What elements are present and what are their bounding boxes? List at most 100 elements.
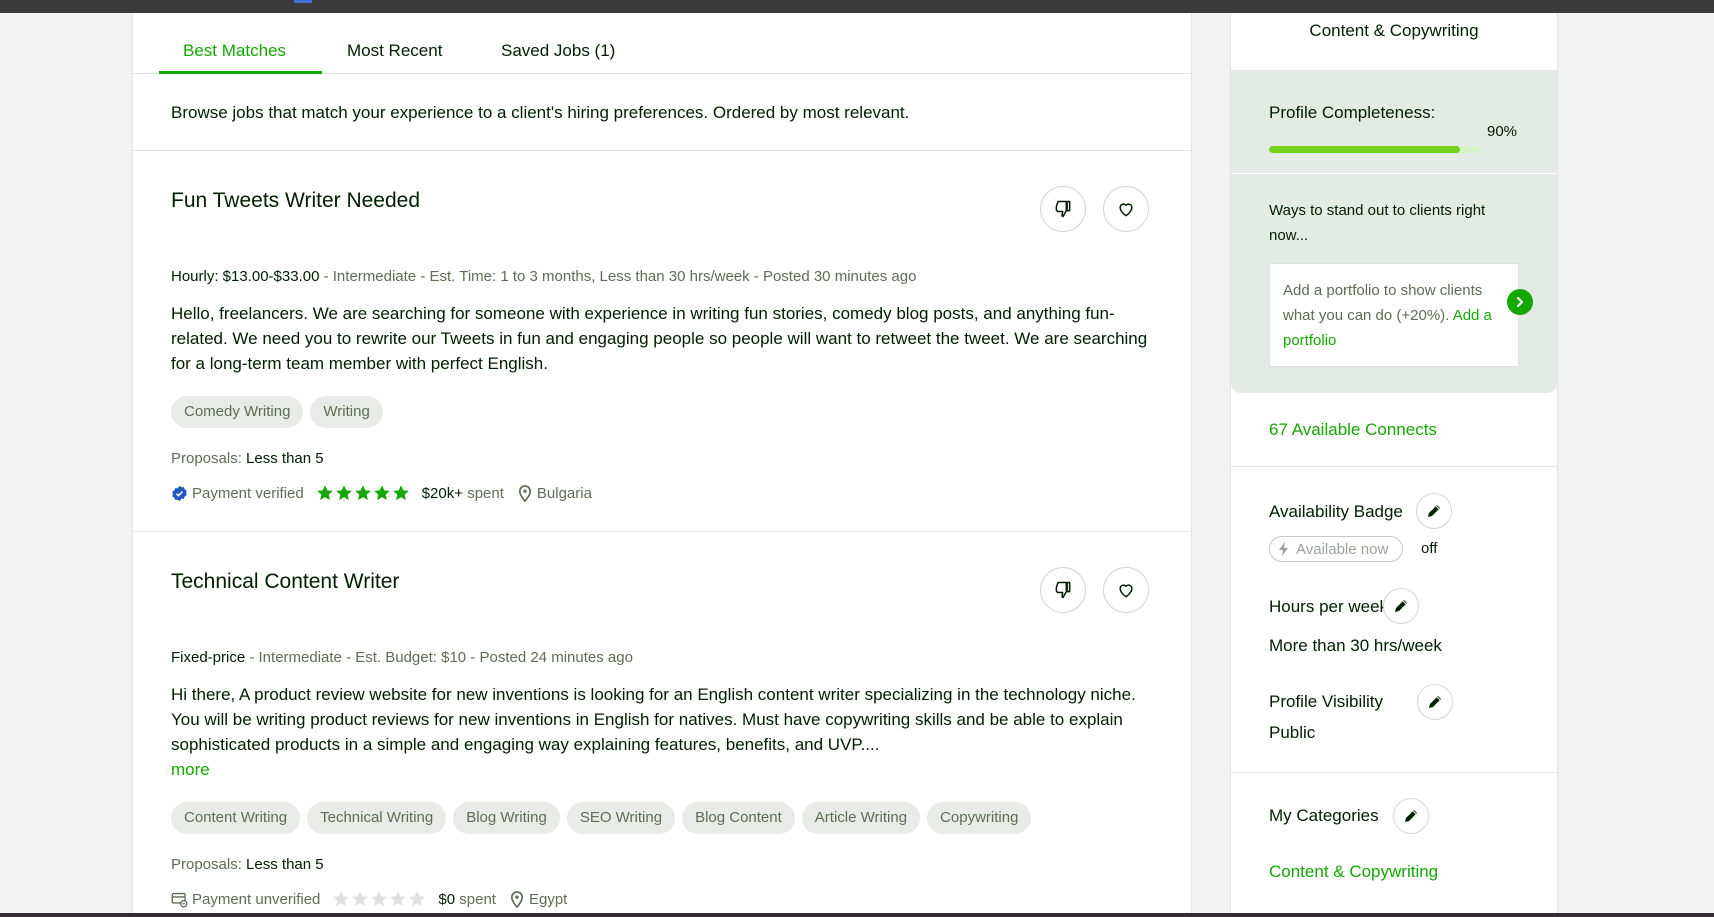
star-icon <box>354 485 371 501</box>
portfolio-suggestion: Add a portfolio to show clients what you… <box>1283 278 1493 353</box>
location-pin-icon <box>518 484 531 502</box>
profile-completeness-panel: Profile Completeness: 90% <box>1231 70 1557 173</box>
job-details: - Intermediate - Est. Budget: $10 - Post… <box>245 649 531 666</box>
spent-amount: $0 <box>438 890 456 908</box>
profile-category-title: Content & Copywriting <box>1309 21 1479 40</box>
unverified-payment-icon <box>171 892 188 907</box>
edit-categories-button[interactable] <box>1393 798 1429 834</box>
lightning-icon <box>1279 542 1288 556</box>
availability-state: off <box>1421 540 1438 557</box>
dislike-button[interactable] <box>1040 186 1086 232</box>
job-description: Hi there, A product review website for n… <box>171 682 1151 782</box>
job-feed: Best Matches Most Recent Saved Jobs (1) … <box>132 13 1192 917</box>
proposals-count: Proposals: Less than 5 <box>171 450 324 467</box>
payment-status: Payment verified <box>192 484 304 502</box>
client-spent: $0 spent <box>438 891 496 908</box>
client-rating <box>332 890 426 908</box>
dislike-button[interactable] <box>1040 567 1086 613</box>
client-spent: $20k+ spent <box>422 485 504 502</box>
star-icon <box>352 891 369 907</box>
divider <box>133 150 1191 151</box>
edit-visibility-button[interactable] <box>1417 684 1453 720</box>
skill-chip[interactable]: Blog Content <box>682 802 795 834</box>
divider <box>1231 772 1557 773</box>
pencil-icon <box>1395 600 1407 612</box>
star-icon <box>392 485 409 501</box>
location-pin-icon <box>510 890 524 908</box>
thumbs-down-icon <box>1055 200 1071 218</box>
browser-top-bar <box>0 0 1714 13</box>
available-connects-link[interactable]: 67 Available Connects <box>1269 420 1437 440</box>
save-job-button[interactable] <box>1103 186 1149 232</box>
verified-badge-icon <box>172 485 187 501</box>
job-description: Hello, freelancers. We are searching for… <box>171 304 1148 373</box>
feed-intro-text: Browse jobs that match your experience t… <box>171 103 910 122</box>
skills-list: Comedy Writing Writing <box>171 396 383 428</box>
category-link[interactable]: Content & Copywriting <box>1269 862 1438 882</box>
feed-tabs: Best Matches Most Recent Saved Jobs (1) <box>133 13 1191 74</box>
skill-chip[interactable]: Writing <box>310 396 383 428</box>
pencil-icon <box>1429 696 1441 708</box>
more-link[interactable]: more <box>171 760 210 779</box>
hours-per-week-title: Hours per week <box>1269 597 1389 616</box>
job-title[interactable]: Technical Content Writer <box>171 570 399 594</box>
star-icon <box>409 891 426 907</box>
star-icon <box>335 485 352 501</box>
proposals-label: Proposals: <box>171 450 242 467</box>
portfolio-suggestion-card[interactable]: Add a portfolio to show clients what you… <box>1269 263 1519 367</box>
edit-availability-button[interactable] <box>1416 493 1452 529</box>
pencil-icon <box>1405 810 1417 822</box>
job-posted-time: 24 minutes ago <box>530 649 633 666</box>
bottom-edge <box>0 913 1714 917</box>
available-now-label: Available now <box>1296 540 1389 558</box>
skill-chip[interactable]: Copywriting <box>927 802 1032 834</box>
active-tab-indicator <box>159 71 322 74</box>
chevron-right-icon <box>1516 296 1524 308</box>
divider <box>1231 466 1557 467</box>
description-text: Hi there, A product review website for n… <box>171 685 1136 754</box>
client-rating <box>316 484 410 502</box>
star-icon <box>373 485 390 501</box>
availability-badge-title: Availability Badge <box>1269 502 1403 521</box>
proposals-count: Proposals: Less than 5 <box>171 856 324 873</box>
skill-chip[interactable]: SEO Writing <box>566 802 676 834</box>
client-info: Payment unverified $0 spent Egypt <box>171 890 567 908</box>
skills-list: Content Writing Technical Writing Blog W… <box>171 802 1032 834</box>
pencil-icon <box>1428 505 1440 517</box>
job-meta: Hourly: $13.00-$33.00 - Intermediate - E… <box>171 268 916 285</box>
job-posted-time: 30 minutes ago <box>813 268 917 285</box>
profile-visibility-value: Public <box>1269 723 1316 742</box>
completeness-label: Profile Completeness: <box>1269 103 1436 122</box>
job-type: Hourly: $13.00-$33.00 <box>171 268 320 285</box>
divider <box>133 531 1191 532</box>
star-icon <box>371 891 388 907</box>
completeness-percent: 90% <box>1487 123 1518 140</box>
next-suggestion-button[interactable] <box>1507 289 1533 315</box>
client-location: Egypt <box>510 891 567 908</box>
tab-most-recent[interactable]: Most Recent <box>347 41 442 61</box>
proposals-value: Less than 5 <box>246 856 324 873</box>
tab-saved-jobs[interactable]: Saved Jobs (1) <box>501 41 615 61</box>
tab-best-matches[interactable]: Best Matches <box>183 41 286 61</box>
profile-visibility-title: Profile Visibility <box>1269 692 1384 711</box>
client-location: Bulgaria <box>518 485 592 502</box>
skill-chip[interactable]: Blog Writing <box>453 802 560 834</box>
skill-chip[interactable]: Comedy Writing <box>171 396 304 428</box>
spent-label: spent <box>459 890 496 908</box>
skill-chip[interactable]: Technical Writing <box>307 802 447 834</box>
skill-chip[interactable]: Article Writing <box>801 802 921 834</box>
proposals-value: Less than 5 <box>246 450 324 467</box>
job-title[interactable]: Fun Tweets Writer Needed <box>171 189 420 213</box>
thumbs-down-icon <box>1055 581 1071 599</box>
completeness-progress-bar <box>1269 146 1481 153</box>
star-icon <box>316 485 333 501</box>
skill-chip[interactable]: Content Writing <box>171 802 301 834</box>
heart-icon <box>1119 203 1133 217</box>
payment-status: Payment unverified <box>192 890 321 908</box>
edit-hours-button[interactable] <box>1383 588 1419 624</box>
location-text: Bulgaria <box>536 484 592 502</box>
available-now-badge[interactable]: Available now <box>1269 536 1404 562</box>
top-bar-marker <box>294 0 312 3</box>
standout-text: Ways to stand out to clients right now..… <box>1269 202 1486 244</box>
save-job-button[interactable] <box>1103 567 1149 613</box>
